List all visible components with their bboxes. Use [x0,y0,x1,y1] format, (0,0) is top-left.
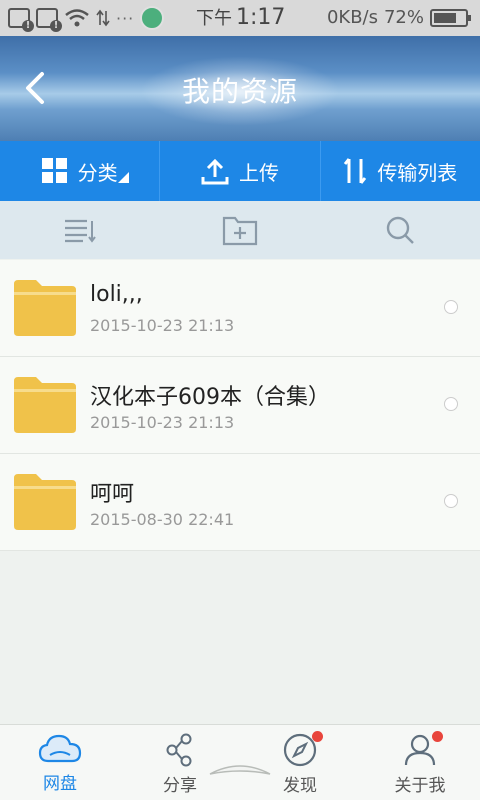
status-bar: ··· 下午1:17 0KB/s 72% [0,0,480,36]
file-date: 2015-08-30 22:41 [90,510,235,529]
search-button[interactable] [320,201,480,259]
file-date: 2015-10-23 21:13 [90,413,235,432]
folder-icon [14,280,76,336]
search-icon [386,216,414,244]
list-item[interactable]: 汉化本子609本（合集） 2015-10-23 21:13 [0,357,480,454]
network-speed: 0KB/s [326,7,378,28]
clock: 下午 1:17 [196,4,285,30]
notification-icon [36,8,62,32]
file-name: 呵呵 [90,482,135,507]
select-radio[interactable] [444,494,458,508]
file-date: 2015-10-23 21:13 [90,316,235,335]
nav-about-me[interactable]: 关于我 [360,725,480,800]
time-prefix: 下午 [196,8,232,29]
nav-label: 关于我 [394,776,446,796]
notification-badge [432,731,443,742]
folder-icon [14,474,76,530]
upload-label: 上传 [238,160,279,185]
nav-label: 发现 [283,776,317,796]
new-folder-button[interactable] [160,201,320,259]
battery-icon [430,8,471,27]
list-item[interactable]: loli,,, 2015-10-23 21:13 [0,260,480,357]
category-label: 分类 [77,160,118,185]
wifi-icon [65,9,89,27]
transfer-list-label: 传输列表 [377,160,458,185]
upload-icon [201,158,229,185]
notification-icon [8,8,34,32]
battery-percent: 72% [383,7,424,28]
dropdown-triangle-icon [118,172,130,183]
select-radio[interactable] [444,397,458,411]
file-name: loli,,, [90,282,143,307]
header-banner: 我的资源 [0,36,480,141]
file-list: loli,,, 2015-10-23 21:13 汉化本子609本（合集） 20… [0,260,480,551]
sort-list-icon [65,219,96,243]
toolbar: 分类 上传 传输列表 [0,141,480,201]
page-title: 我的资源 [181,75,298,108]
category-button[interactable]: 分类 [0,141,161,201]
security-app-icon [140,6,165,30]
select-radio[interactable] [444,300,458,314]
transfer-icon [344,158,367,184]
upload-button[interactable]: 上传 [160,141,321,201]
list-item[interactable]: 呵呵 2015-08-30 22:41 [0,454,480,551]
nav-label: 网盘 [43,774,77,794]
person-icon [404,734,436,766]
nav-label: 分享 [163,776,197,796]
share-icon [166,733,192,767]
time: 1:17 [236,5,286,30]
pull-up-handle[interactable] [208,762,272,784]
file-name: 汉化本子609本（合集） [90,385,330,410]
more-notifications-icon: ··· [116,8,135,28]
new-folder-icon [222,216,258,246]
transfer-list-button[interactable]: 传输列表 [321,141,480,201]
sort-button[interactable] [0,201,160,259]
notification-badge [312,731,323,742]
grid-icon [41,158,67,183]
nav-netdisk[interactable]: 网盘 [0,725,120,800]
data-transfer-icon [96,9,110,27]
action-bar [0,201,480,259]
cloud-icon [38,734,82,763]
folder-icon [14,377,76,433]
